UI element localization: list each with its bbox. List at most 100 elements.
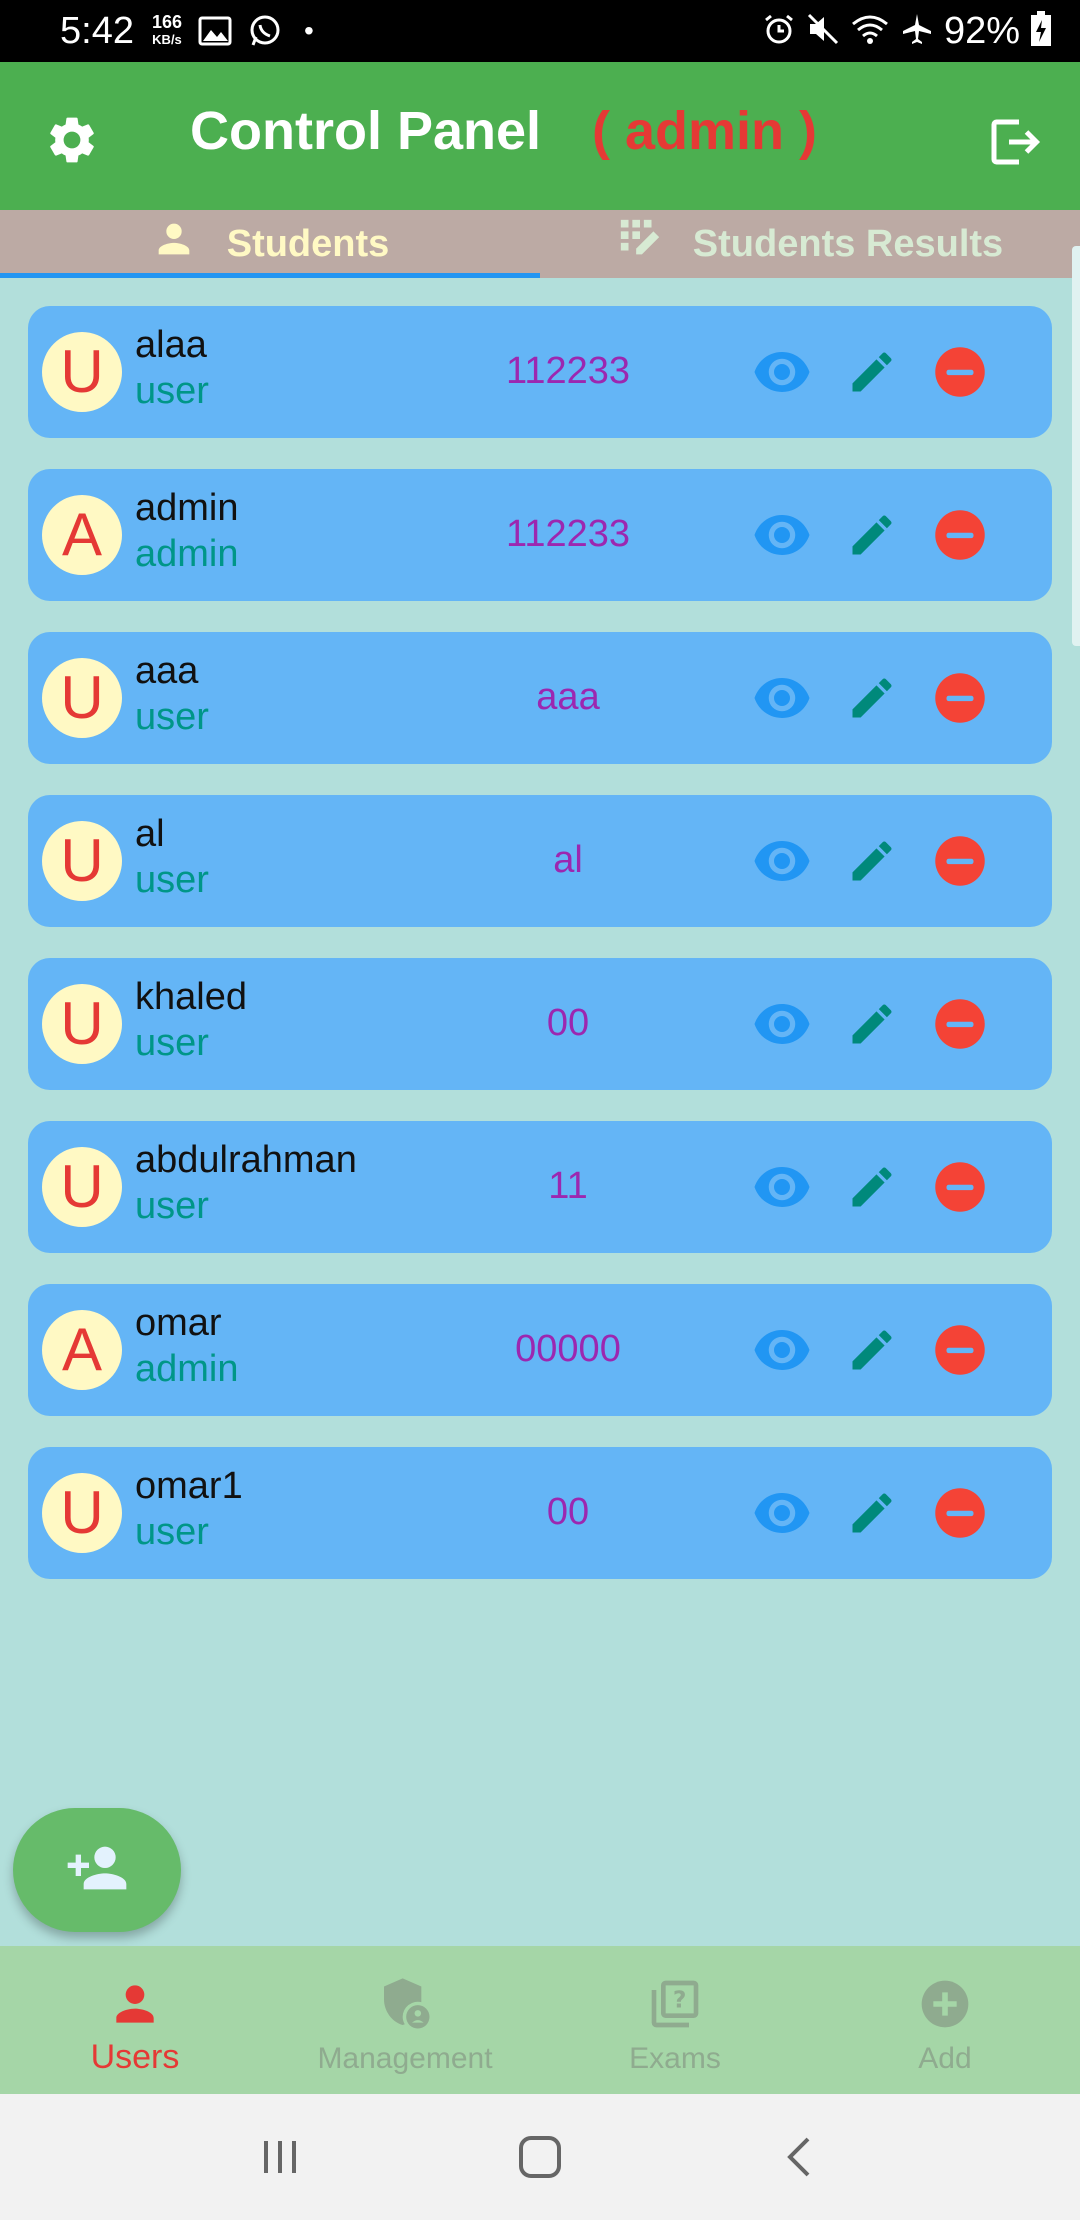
pencil-icon[interactable] (842, 1483, 902, 1543)
tab-students-results[interactable]: Students Results (540, 210, 1080, 278)
tab-students-label: Students (226, 222, 390, 265)
avatar-initial: U (60, 664, 104, 731)
network-speed: 166 KB/s (152, 13, 182, 48)
nav-management-label: Management (317, 2042, 493, 2075)
user-password: 112233 (506, 513, 630, 555)
user-name: omar1 (135, 1465, 243, 1507)
avatar-initial: U (60, 827, 104, 894)
grid-edit-icon (617, 216, 663, 272)
gear-icon[interactable] (44, 112, 100, 168)
nav-add-label: Add (918, 2042, 972, 2075)
person-icon (105, 1974, 165, 2034)
user-role: user (135, 859, 209, 901)
user-card[interactable]: A omar admin 00000 (28, 1284, 1052, 1416)
status-time: 5:42 (60, 9, 134, 52)
user-card[interactable]: U al user al (28, 795, 1052, 927)
app-bar: Control Panel ( admin ) (0, 62, 1080, 210)
tab-bar: Students Students Results (0, 210, 1080, 278)
user-card[interactable]: U alaa user 112233 (28, 306, 1052, 438)
user-password: al (553, 839, 583, 881)
remove-circle-icon[interactable] (930, 1483, 990, 1543)
pencil-icon[interactable] (842, 342, 902, 402)
add-circle-icon (915, 1974, 975, 2034)
eye-icon[interactable] (752, 505, 812, 565)
remove-circle-icon[interactable] (930, 668, 990, 728)
mute-icon (806, 12, 840, 51)
tab-students[interactable]: Students (0, 210, 540, 278)
logout-icon[interactable] (984, 112, 1044, 172)
remove-circle-icon[interactable] (930, 1320, 990, 1380)
avatar-initial: U (60, 1153, 104, 1220)
scroll-edge (1072, 246, 1080, 646)
home-icon[interactable] (500, 2127, 580, 2187)
pencil-icon[interactable] (842, 1157, 902, 1217)
avatar: U (42, 1147, 122, 1227)
eye-icon[interactable] (752, 831, 812, 891)
user-card[interactable]: U omar1 user 00 (28, 1447, 1052, 1579)
avatar-initial: A (61, 501, 103, 568)
nav-users[interactable]: Users (0, 1946, 270, 2094)
eye-icon[interactable] (752, 668, 812, 728)
user-list: U alaa user 112233 A admin admin 112233 … (28, 306, 1052, 1610)
user-password: 00 (546, 1002, 590, 1044)
user-name: abdulrahman (135, 1139, 357, 1181)
user-role: user (135, 696, 209, 738)
user-role: user (135, 370, 209, 412)
user-name: aaa (135, 650, 199, 692)
user-password: 00000 (515, 1328, 621, 1370)
avatar-initial: U (60, 1479, 104, 1546)
recent-apps-icon[interactable] (240, 2127, 320, 2187)
airplane-icon (900, 12, 934, 51)
user-role: admin (135, 1348, 239, 1390)
user-card[interactable]: U aaa user aaa (28, 632, 1052, 764)
user-password: 00 (546, 1491, 590, 1533)
eye-icon[interactable] (752, 1483, 812, 1543)
avatar: A (42, 1310, 122, 1390)
remove-circle-icon[interactable] (930, 1157, 990, 1217)
wifi-icon (850, 12, 890, 51)
avatar-initial: U (60, 338, 104, 405)
eye-icon[interactable] (752, 1157, 812, 1217)
avatar-initial: A (61, 1316, 103, 1383)
pencil-icon[interactable] (842, 668, 902, 728)
pencil-icon[interactable] (842, 1320, 902, 1380)
user-card[interactable]: A admin admin 112233 (28, 469, 1052, 601)
eye-icon[interactable] (752, 342, 812, 402)
avatar: U (42, 821, 122, 901)
status-bar: 5:42 166 KB/s • 92% (0, 0, 1080, 62)
battery-percent: 92% (943, 9, 1020, 52)
user-card[interactable]: U abdulrahman user 11 (28, 1121, 1052, 1253)
eye-icon[interactable] (752, 994, 812, 1054)
quiz-icon: ? (645, 1974, 705, 2034)
nav-exams-label: Exams (629, 2042, 721, 2075)
user-password: 11 (548, 1165, 588, 1207)
remove-circle-icon[interactable] (930, 994, 990, 1054)
back-icon[interactable] (760, 2127, 840, 2187)
page-title: Control Panel (190, 101, 542, 161)
remove-circle-icon[interactable] (930, 342, 990, 402)
nav-exams[interactable]: ? Exams (540, 1946, 810, 2094)
remove-circle-icon[interactable] (930, 831, 990, 891)
tab-indicator (0, 273, 540, 278)
person-icon (151, 216, 197, 272)
system-nav-bar (0, 2094, 1080, 2220)
avatar: U (42, 658, 122, 738)
add-user-button[interactable] (13, 1808, 181, 1932)
person-add-icon (65, 1836, 129, 1905)
user-card[interactable]: U khaled user 00 (28, 958, 1052, 1090)
user-name: khaled (135, 976, 247, 1018)
pencil-icon[interactable] (842, 505, 902, 565)
avatar: U (42, 1473, 122, 1553)
remove-circle-icon[interactable] (930, 505, 990, 565)
nav-management[interactable]: Management (270, 1946, 540, 2094)
avatar: U (42, 332, 122, 412)
avatar: U (42, 984, 122, 1064)
network-speed-unit: KB/s (152, 32, 182, 47)
image-icon (198, 16, 232, 46)
nav-add[interactable]: Add (810, 1946, 1080, 2094)
pencil-icon[interactable] (842, 831, 902, 891)
eye-icon[interactable] (752, 1320, 812, 1380)
user-role: user (135, 1185, 209, 1227)
nav-users-label: Users (90, 2038, 180, 2076)
pencil-icon[interactable] (842, 994, 902, 1054)
